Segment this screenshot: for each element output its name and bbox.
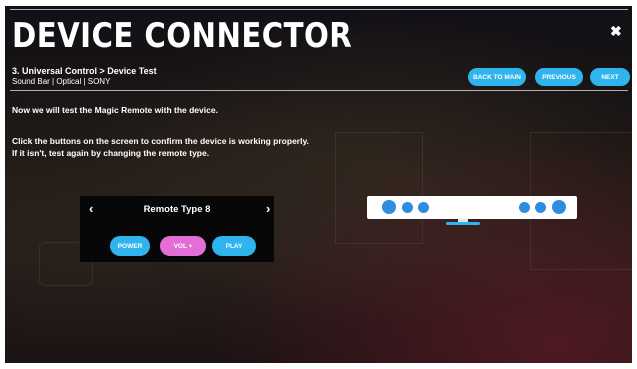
soundbar-speaker-dot — [382, 200, 396, 214]
breadcrumb: 3. Universal Control > Device Test — [12, 66, 157, 76]
remote-type-label: Remote Type 8 — [143, 204, 211, 215]
soundbar-stand-base — [446, 222, 480, 225]
soundbar-icon — [367, 196, 577, 219]
chevron-right-icon[interactable]: › — [266, 201, 270, 216]
header-divider — [10, 9, 628, 10]
play-test-button[interactable]: PLAY — [212, 236, 256, 256]
next-button[interactable]: NEXT — [590, 68, 630, 86]
device-connector-screen — [5, 6, 632, 363]
previous-button[interactable]: PREVIOUS — [535, 68, 583, 86]
instruction-text: If it isn't, test again by changing the … — [12, 148, 210, 158]
instruction-text: Now we will test the Magic Remote with t… — [12, 105, 218, 115]
instruction-text: Click the buttons on the screen to confi… — [12, 136, 309, 146]
close-icon[interactable]: ✖ — [610, 23, 622, 40]
back-to-main-button[interactable]: BACK TO MAIN — [468, 68, 526, 86]
device-info: Sound Bar | Optical | SONY — [12, 77, 111, 86]
soundbar-speaker-dot — [552, 200, 566, 214]
soundbar-speaker-dot — [519, 202, 530, 213]
remote-type-selector: ‹ Remote Type 8 › POWER VOL + PLAY — [80, 196, 274, 262]
section-divider — [10, 90, 628, 91]
page-title: DEVICE CONNECTOR — [12, 16, 353, 56]
background-picture-frame — [335, 132, 423, 244]
soundbar-speaker-dot — [402, 202, 413, 213]
vol-up-test-button[interactable]: VOL + — [160, 236, 206, 256]
soundbar-speaker-dot — [535, 202, 546, 213]
soundbar-speaker-dot — [418, 202, 429, 213]
power-test-button[interactable]: POWER — [110, 236, 150, 256]
